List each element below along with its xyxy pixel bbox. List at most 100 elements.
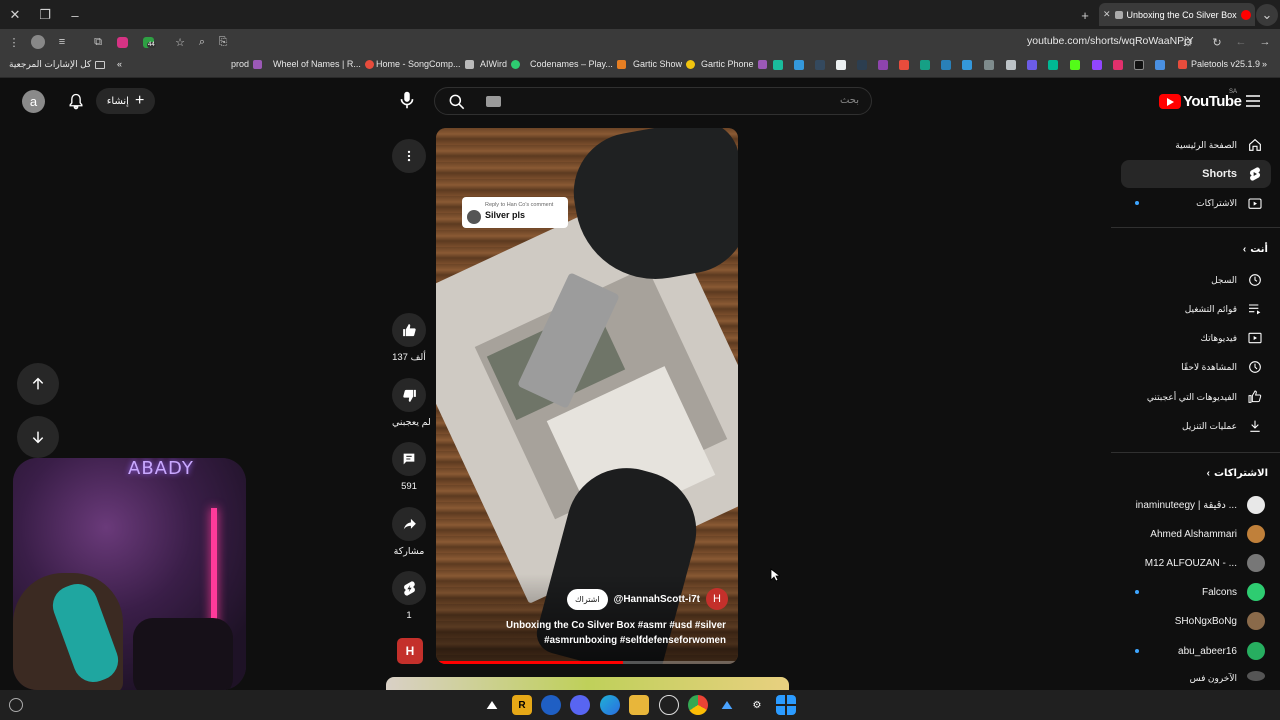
taskbar-settings-icon[interactable]: ⚙: [747, 695, 767, 715]
active-tab[interactable]: ✕ Unboxing the Co Silver Box: [1099, 3, 1255, 26]
bookmark-wheel-of-names[interactable]: Wheel of Names | R...: [273, 59, 374, 69]
search-box[interactable]: بحث: [434, 87, 872, 115]
bookmark-icon-5[interactable]: [857, 60, 867, 70]
tab-search-icon[interactable]: ⌄: [1256, 4, 1278, 26]
next-short-preview[interactable]: [386, 677, 789, 690]
notifications-bell-icon[interactable]: [66, 92, 86, 112]
back-icon[interactable]: →: [1256, 33, 1274, 51]
share-button[interactable]: مشاركة: [392, 507, 426, 557]
shorts-video-player[interactable]: Reply to Han Co's comment Silver pls اشت…: [436, 128, 738, 664]
bookmark-icon-14[interactable]: [1048, 60, 1058, 70]
voice-search-mic-icon[interactable]: [396, 89, 418, 111]
bookmark-gartic-show[interactable]: Gartic Show: [633, 59, 696, 69]
bookmark-icon-15[interactable]: [1070, 60, 1080, 70]
extensions-icon[interactable]: ⧉: [89, 33, 107, 51]
more-options-button[interactable]: [392, 139, 426, 173]
create-button[interactable]: إنشاء +: [96, 88, 155, 114]
search-icon[interactable]: [447, 92, 467, 112]
all-bookmarks-button[interactable]: كل الإشارات المرجعية: [9, 59, 106, 70]
bookmark-codenames[interactable]: Codenames – Play...: [530, 59, 626, 69]
bookmark-paletools[interactable]: Paletools v25.1.9: [1178, 59, 1260, 69]
bookmark-icon-4[interactable]: [836, 60, 846, 70]
channel-name[interactable]: @HannahScott-i7t: [614, 594, 700, 605]
progress-bar[interactable]: [436, 661, 738, 664]
bookmark-icon-6[interactable]: [878, 60, 888, 70]
bookmark-star-icon[interactable]: ☆: [171, 33, 189, 51]
taskbar-app-icon[interactable]: [541, 695, 561, 715]
taskbar-steam-icon[interactable]: [482, 695, 502, 715]
subscriptions-section-header[interactable]: ‹ الاشتراكات: [1207, 468, 1268, 479]
bookmark-icon-2[interactable]: [794, 60, 804, 70]
taskbar-file-explorer-icon[interactable]: [629, 695, 649, 715]
bookmark-icon-1[interactable]: [773, 60, 783, 70]
bookmark-icon-3[interactable]: [815, 60, 825, 70]
tab-close-icon[interactable]: ✕: [1103, 9, 1111, 20]
minimize-window-icon[interactable]: –: [64, 4, 86, 26]
new-tab-button[interactable]: +: [1074, 4, 1096, 26]
bookmark-icon-7[interactable]: [899, 60, 909, 70]
close-window-icon[interactable]: ✕: [4, 4, 26, 26]
comments-button[interactable]: 591: [392, 442, 426, 492]
subscription-item[interactable]: Ahmed Alshammari: [1121, 521, 1273, 547]
subscription-item[interactable]: abu_abeer16: [1121, 638, 1273, 664]
subscription-item[interactable]: SHoNgxBoNg: [1121, 608, 1273, 634]
profile-icon[interactable]: [29, 33, 47, 51]
extension-shield-icon[interactable]: [113, 33, 131, 51]
taskbar-discord-icon[interactable]: [570, 695, 590, 715]
bookmark-icon-10[interactable]: [962, 60, 972, 70]
subscription-item[interactable]: الآخرون فس: [1121, 667, 1273, 689]
bookmark-icon-8[interactable]: [920, 60, 930, 70]
sidebar-item-history[interactable]: السجل: [1121, 266, 1271, 294]
extension-badge-icon[interactable]: 44: [139, 33, 157, 51]
bookmark-icon-18[interactable]: [1155, 60, 1165, 70]
taskbar-edge-icon[interactable]: [600, 695, 620, 715]
channel-avatar[interactable]: H: [706, 588, 728, 610]
bookmark-x-icon[interactable]: [1134, 60, 1144, 70]
menu-kebab-icon[interactable]: ⋮: [5, 33, 23, 51]
bookmark-icon-17[interactable]: [1113, 60, 1123, 70]
remix-button[interactable]: 1: [392, 571, 426, 621]
sidebar-item-your-videos[interactable]: فيديوهاتك: [1121, 324, 1271, 352]
sidebar-item-watch-later[interactable]: المشاهدة لاحقًا: [1121, 353, 1271, 381]
subscription-item[interactable]: inaminuteegy | دقيقة ...: [1121, 492, 1273, 518]
sidebar-item-downloads[interactable]: عمليات التنزيل: [1121, 412, 1271, 440]
subscribe-button[interactable]: اشتراك: [567, 588, 608, 610]
install-app-icon[interactable]: ⎘: [214, 33, 232, 51]
sidebar-item-subscriptions[interactable]: الاشتراكات: [1121, 189, 1271, 217]
next-short-button[interactable]: [17, 416, 59, 458]
taskbar-steam2-icon[interactable]: [717, 695, 737, 715]
sidebar-item-home[interactable]: الصفحة الرئيسية: [1121, 131, 1271, 159]
forward-icon[interactable]: ←: [1232, 33, 1250, 51]
zoom-icon[interactable]: ⌕: [193, 33, 211, 51]
reply-comment-sticker[interactable]: Reply to Han Co's comment Silver pls: [462, 197, 568, 228]
subscription-item[interactable]: Falcons: [1121, 579, 1273, 605]
search-input[interactable]: بحث: [840, 95, 859, 106]
bookmark-aiwird[interactable]: AIWird: [480, 59, 520, 69]
taskbar-chrome-icon[interactable]: [688, 695, 708, 715]
sidebar-item-shorts[interactable]: Shorts: [1121, 160, 1271, 188]
reload-icon[interactable]: ↻: [1208, 33, 1226, 51]
you-section-header[interactable]: ‹ أنت: [1243, 244, 1268, 255]
bookmark-gartic-phone[interactable]: Gartic Phone: [701, 59, 767, 69]
address-bar[interactable]: youtube.com/shorts/wqRoWaaNPjY: [1027, 35, 1194, 47]
site-settings-icon[interactable]: ⚙: [1179, 33, 1197, 51]
bookmark-icon-13[interactable]: [1027, 60, 1037, 70]
hamburger-menu-icon[interactable]: [1245, 94, 1261, 108]
reading-list-icon[interactable]: ≡: [53, 33, 71, 51]
sidebar-item-liked-videos[interactable]: الفيديوهات التي أعجبتني: [1121, 383, 1271, 411]
keyboard-icon[interactable]: [486, 96, 501, 107]
taskbar-rockstar-icon[interactable]: R: [512, 695, 532, 715]
tray-settings-icon[interactable]: [9, 698, 23, 712]
previous-short-button[interactable]: [17, 363, 59, 405]
account-avatar[interactable]: a: [22, 90, 45, 113]
bookmark-prod[interactable]: prod: [231, 59, 263, 69]
sidebar-item-playlists[interactable]: قوائم التشغيل: [1121, 295, 1271, 323]
bookmarks-overflow-icon[interactable]: «: [117, 59, 122, 69]
short-caption[interactable]: Unboxing the Co Silver Box #asmr #usd #s…: [436, 618, 726, 648]
like-button[interactable]: 137 ألف: [392, 313, 426, 363]
start-button-icon[interactable]: [776, 695, 796, 715]
taskbar-obs-icon[interactable]: [659, 695, 679, 715]
youtube-logo[interactable]: YouTube SA: [1159, 89, 1242, 110]
bookmark-icon-12[interactable]: [1006, 60, 1016, 70]
bookmark-songcomp[interactable]: Home - SongComp...: [376, 59, 474, 69]
